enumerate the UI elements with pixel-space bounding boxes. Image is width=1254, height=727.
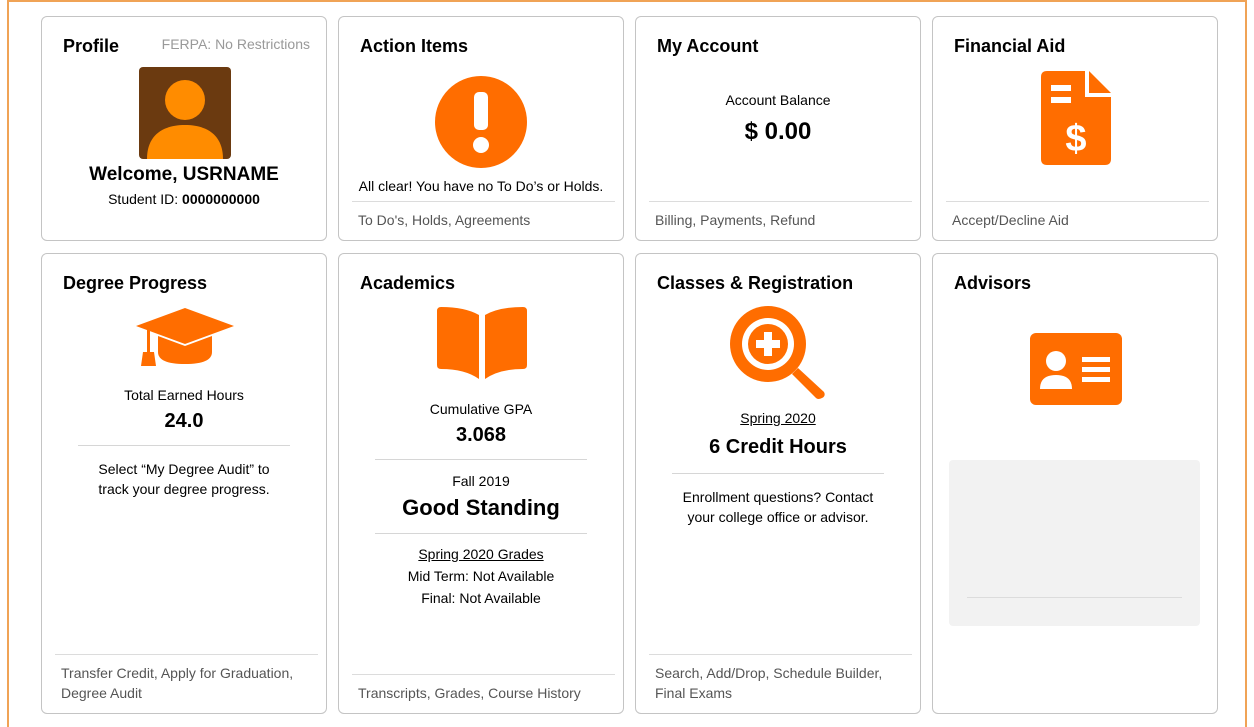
classes-footer-link[interactable]: Search, Add/Drop, Schedule Builder, Fina… xyxy=(649,654,912,713)
academics-card[interactable]: Academics Cumulative GPA 3.068 Fall 2019… xyxy=(338,253,624,714)
student-id-line: Student ID: 0000000000 xyxy=(42,191,326,207)
degree-audit-note: Select “My Degree Audit” to track your d… xyxy=(42,459,326,499)
midterm-grades-status: Mid Term: Not Available xyxy=(407,568,555,584)
spring-term-link[interactable]: Spring 2020 xyxy=(740,410,816,426)
total-earned-hours-label: Total Earned Hours xyxy=(124,387,244,403)
svg-text:$: $ xyxy=(1065,118,1086,160)
account-balance-label: Account Balance xyxy=(725,92,831,108)
divider xyxy=(375,533,587,534)
student-id-label: Student ID: xyxy=(108,191,179,207)
financial-document-icon: $ xyxy=(1041,71,1111,165)
classes-registration-card[interactable]: Classes & Registration Spring 2020 6 Cre… xyxy=(635,253,921,714)
degree-audit-note-line2: track your degree progress. xyxy=(98,481,270,497)
my-account-title: My Account xyxy=(657,36,759,56)
action-items-footer-link[interactable]: To Do's, Holds, Agreements xyxy=(352,201,615,240)
degree-audit-note-line1: Select “My Degree Audit” to xyxy=(98,461,270,477)
divider xyxy=(967,597,1182,598)
enrollment-note-line1: Enrollment questions? Contact xyxy=(682,489,874,505)
my-account-card[interactable]: My Account Account Balance $ 0.00 Billin… xyxy=(635,16,921,241)
my-account-footer-link[interactable]: Billing, Payments, Refund xyxy=(649,201,912,240)
ferpa-status: FERPA: No Restrictions xyxy=(161,36,310,52)
degree-progress-title: Degree Progress xyxy=(63,273,208,293)
cumulative-gpa-label: Cumulative GPA xyxy=(429,401,533,417)
classes-footer-line1: Search, Add/Drop, Schedule Builder, xyxy=(655,665,883,681)
classes-footer-line2: Final Exams xyxy=(655,685,733,701)
contact-card-icon xyxy=(1030,333,1122,405)
financial-aid-footer-link[interactable]: Accept/Decline Aid xyxy=(946,201,1209,240)
graduation-cap-icon xyxy=(136,308,234,366)
degree-progress-footer-link[interactable]: Transfer Credit, Apply for Graduation, D… xyxy=(55,654,318,713)
divider xyxy=(375,459,587,460)
avatar xyxy=(139,67,231,159)
academics-title: Academics xyxy=(360,273,456,293)
financial-aid-title: Financial Aid xyxy=(954,36,1066,56)
divider xyxy=(78,445,290,446)
academics-footer-link[interactable]: Transcripts, Grades, Course History xyxy=(352,674,615,713)
academic-standing: Good Standing xyxy=(402,495,560,520)
advisors-title: Advisors xyxy=(954,273,1032,293)
exclamation-circle-icon xyxy=(435,76,527,168)
action-items-title: Action Items xyxy=(360,36,469,56)
degree-progress-footer-line1: Transfer Credit, Apply for Graduation, xyxy=(61,665,294,681)
final-grades-status: Final: Not Available xyxy=(421,590,541,606)
profile-card[interactable]: Profile FERPA: No Restrictions Welcome, … xyxy=(41,16,327,241)
enrollment-note-line2: your college office or advisor. xyxy=(687,509,869,525)
divider xyxy=(672,473,884,474)
degree-progress-card[interactable]: Degree Progress Total Earned Hours 24.0 … xyxy=(41,253,327,714)
spring-grades-link[interactable]: Spring 2020 Grades xyxy=(418,546,543,562)
profile-title: Profile xyxy=(63,36,120,56)
open-book-icon xyxy=(437,307,527,379)
advisors-loading-panel xyxy=(949,460,1200,626)
username: USRNAME xyxy=(182,164,279,185)
cumulative-gpa-value: 3.068 xyxy=(455,424,507,446)
standing-term: Fall 2019 xyxy=(452,473,510,489)
enrollment-note: Enrollment questions? Contact your colle… xyxy=(636,487,920,527)
search-plus-icon xyxy=(730,306,825,399)
welcome-prefix: Welcome, xyxy=(89,164,178,185)
user-avatar-icon xyxy=(147,80,223,159)
degree-progress-footer-line2: Degree Audit xyxy=(61,685,142,701)
action-items-card[interactable]: Action Items All clear! You have no To D… xyxy=(338,16,624,241)
student-id-value: 0000000000 xyxy=(182,191,260,207)
classes-registration-title: Classes & Registration xyxy=(657,273,854,293)
advisors-card[interactable]: Advisors xyxy=(932,253,1218,714)
welcome-line: Welcome, USRNAME xyxy=(42,164,326,186)
total-earned-hours-value: 24.0 xyxy=(164,410,204,432)
action-items-message: All clear! You have no To Do’s or Holds. xyxy=(358,178,604,194)
account-balance-value: $ 0.00 xyxy=(744,118,812,145)
financial-aid-card[interactable]: Financial Aid $ Accept/Decline Aid xyxy=(932,16,1218,241)
credit-hours: 6 Credit Hours xyxy=(709,436,847,458)
